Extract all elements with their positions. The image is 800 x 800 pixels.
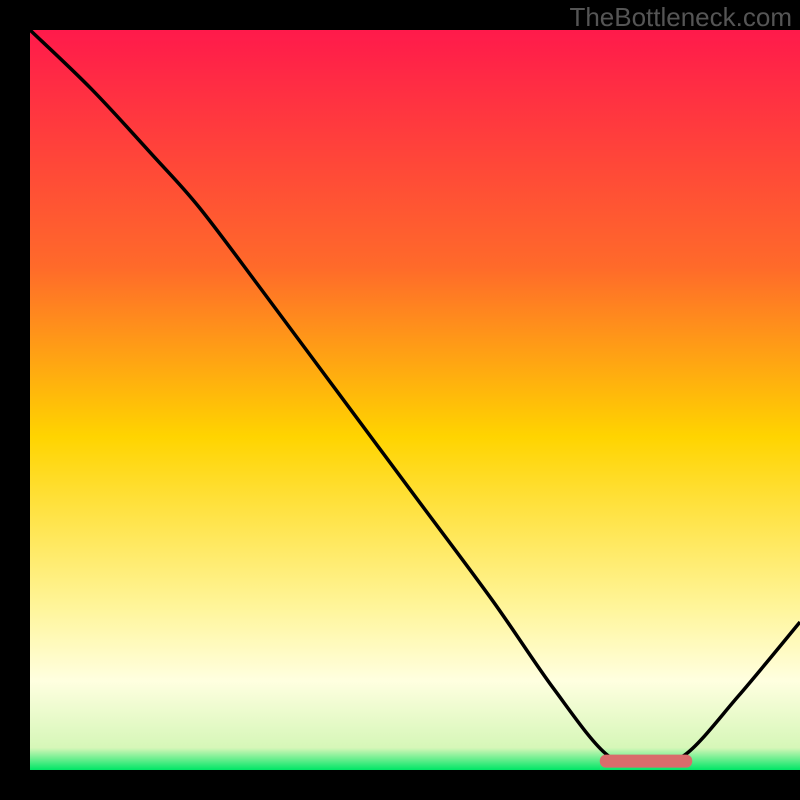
plot-area [30,30,800,770]
chart-svg [0,0,800,800]
watermark-text: TheBottleneck.com [569,2,792,33]
chart-container: TheBottleneck.com [0,0,800,800]
optimal-marker [600,755,692,768]
